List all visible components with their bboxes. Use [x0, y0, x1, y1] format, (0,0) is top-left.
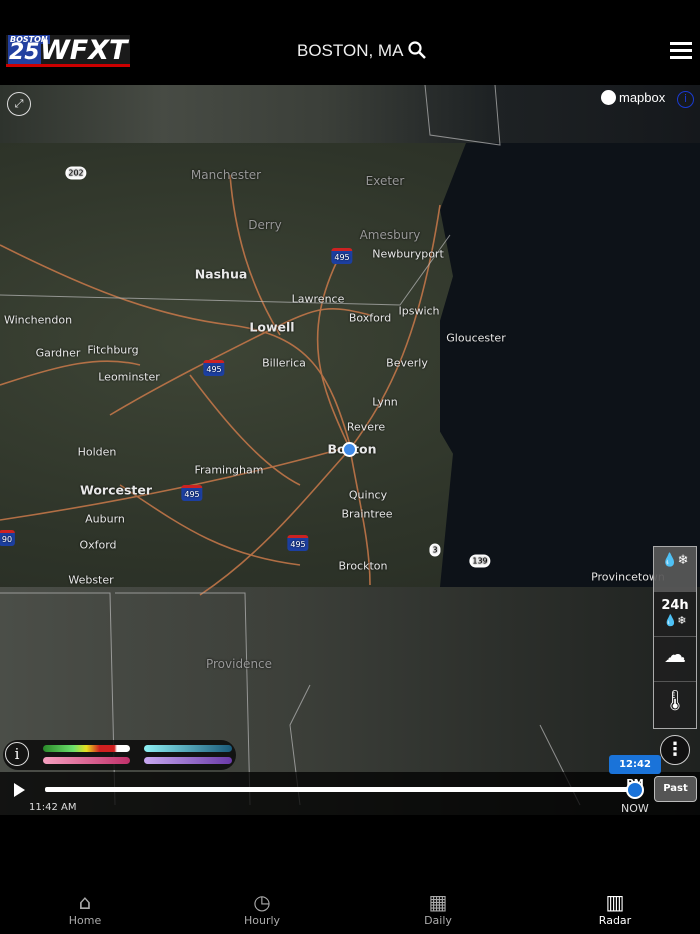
legend-info-icon[interactable]: i [5, 742, 29, 766]
timeline-slider-handle[interactable] [626, 781, 644, 799]
nav-daily[interactable]: ▦ Daily [398, 890, 478, 927]
24h-precip-icon: 💧❄ [663, 614, 687, 627]
place-label: Manchester [190, 168, 262, 182]
logo-number: 25 [8, 40, 41, 65]
clock-icon: ◷ [253, 890, 271, 914]
cloud-icon: ☁ [664, 643, 686, 668]
end-time: NOW [621, 802, 649, 815]
current-location-marker[interactable] [342, 442, 357, 457]
location-label[interactable]: BOSTON, MA [297, 41, 403, 61]
past-button[interactable]: Past [654, 776, 697, 802]
thermometer-icon: 🌡 [662, 688, 688, 712]
radar-legend: i [3, 740, 236, 770]
current-time-tooltip: 12:42 PM [609, 755, 661, 789]
play-button[interactable] [14, 783, 25, 797]
highway-shield: 495 [287, 535, 309, 551]
more-options-button[interactable]: ⋮ [660, 735, 690, 765]
search-icon[interactable] [407, 40, 427, 60]
mix-legend-bar [43, 757, 130, 764]
map-icon: ▥ [605, 890, 625, 914]
nav-radar[interactable]: ▥ Radar [575, 890, 655, 927]
mapbox-text: mapbox [619, 90, 666, 105]
place-label: Worcester [79, 482, 153, 498]
highway-shield: 495 [203, 360, 225, 376]
place-label: Gloucester [446, 331, 506, 345]
layer-selector: 💧❄ 24h 💧❄ ☁ 🌡 [653, 546, 697, 729]
place-label: Exeter [365, 174, 405, 188]
place-label: Webster [68, 573, 114, 587]
place-label: Newburyport [372, 247, 444, 261]
highway-shield: 495 [181, 485, 203, 501]
place-label: Braintree [341, 507, 393, 521]
nav-label: Daily [424, 914, 452, 927]
mapbox-icon [601, 90, 616, 105]
place-label: Boxford [348, 311, 392, 325]
layer-24h[interactable]: 24h 💧❄ [654, 592, 696, 637]
header: BOSTON 25 WFXT BOSTON, MA [0, 0, 700, 85]
timeline: 12:42 PM 11:42 AM NOW Past [0, 755, 700, 815]
rain-legend-bar [43, 745, 130, 752]
logo-callsign: WFXT [40, 35, 128, 66]
nav-hourly[interactable]: ◷ Hourly [222, 890, 302, 927]
wfxt-logo[interactable]: BOSTON 25 WFXT [6, 35, 130, 67]
place-label: Gardner [35, 346, 81, 360]
place-label: Derry [248, 218, 282, 232]
place-label: Lawrence [291, 292, 345, 306]
place-label: Brockton [338, 559, 388, 573]
place-label: Winchendon [3, 313, 73, 327]
place-label: Lynn [372, 395, 398, 409]
nav-label: Home [68, 914, 102, 927]
place-label: Revere [346, 420, 386, 434]
hamburger-menu-icon[interactable] [670, 42, 692, 59]
place-label: Amesbury [359, 228, 421, 242]
highway-shield: 90 [0, 530, 16, 546]
place-label: Billerica [262, 356, 306, 370]
place-label: Beverly [386, 356, 428, 370]
nav-label: Hourly [243, 914, 281, 927]
ice-legend-bar [144, 757, 232, 764]
place-label: Providence [205, 657, 273, 671]
nav-label: Radar [598, 914, 632, 927]
highway-shield: 495 [331, 248, 353, 264]
rain-snow-icon: 💧❄ [661, 553, 689, 568]
snow-legend-bar [144, 745, 232, 752]
layer-24h-label: 24h [661, 598, 689, 613]
place-label: Leominster [98, 370, 160, 384]
place-label: Fitchburg [87, 343, 139, 357]
place-label: Holden [77, 445, 117, 459]
timeline-slider[interactable] [45, 787, 635, 792]
layer-clouds[interactable]: ☁ [654, 637, 696, 682]
calendar-icon: ▦ [428, 890, 448, 914]
bottom-nav: ⌂ Home ◷ Hourly ▦ Daily ▥ Radar [0, 890, 700, 934]
radar-map[interactable]: Manchester Exeter Derry Amesbury Nashua Newbu… [0, 85, 700, 815]
highway-shield: 139 [469, 554, 491, 568]
nav-home[interactable]: ⌂ Home [45, 890, 125, 927]
place-label: Framingham [194, 463, 264, 477]
layer-rain-snow[interactable]: 💧❄ [654, 547, 696, 592]
mapbox-logo[interactable]: mapbox [601, 90, 665, 105]
place-label: Lowell [249, 319, 295, 335]
highway-shield: 202 [65, 166, 87, 180]
map-info-icon[interactable]: i [677, 91, 694, 108]
place-label: Quincy [348, 488, 388, 502]
highway-shield: 3 [429, 543, 441, 557]
start-time: 11:42 AM [29, 802, 77, 813]
place-label: Auburn [85, 512, 125, 526]
expand-button[interactable]: ⤢ [7, 92, 31, 116]
layer-temperature[interactable]: 🌡 [654, 682, 696, 727]
place-label: Oxford [79, 538, 117, 552]
place-label: Nashua [194, 266, 248, 282]
home-icon: ⌂ [78, 890, 92, 914]
place-label: Ipswich [398, 304, 440, 318]
